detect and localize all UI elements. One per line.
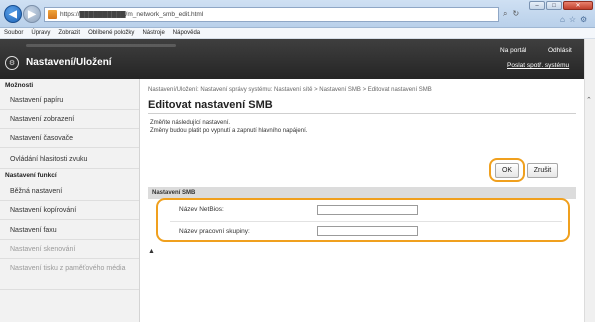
workgroup-label: Název pracovní skupiny:: [179, 228, 250, 235]
sidebar-item-fax[interactable]: Nastavení faxu: [0, 222, 139, 240]
menu-favorites[interactable]: Oblíbené položky: [88, 30, 134, 36]
sidebar: Možnosti Nastavení papíru Nastavení zobr…: [0, 79, 140, 322]
title-divider: [148, 113, 576, 114]
sidebar-item-display[interactable]: Nastavení zobrazení: [0, 111, 139, 129]
forward-arrow-icon[interactable]: ▶: [23, 5, 41, 23]
breadcrumb: Nastavení/Uložení: Nastavení správy syst…: [148, 87, 432, 93]
settings-logo-icon: ⚙: [5, 56, 19, 70]
sidebar-section-functions: Nastavení funkcí: [5, 172, 57, 179]
instruction-text: Změňte následující nastavení.: [150, 120, 231, 126]
address-bar[interactable]: https://██████████/m_network_smb_edit.ht…: [44, 7, 499, 22]
browser-toolbar-icons: ⌂ ☆ ⚙: [560, 15, 587, 24]
menu-view[interactable]: Zobrazit: [58, 30, 80, 36]
search-icon[interactable]: ⌕: [503, 9, 507, 19]
cancel-button[interactable]: Zrušit: [527, 163, 558, 178]
home-icon[interactable]: ⌂: [560, 15, 565, 24]
minimize-icon[interactable]: –: [529, 1, 545, 10]
page-title: Editovat nastavení SMB: [148, 99, 273, 111]
sidebar-item-volume[interactable]: Ovládání hlasitosti zvuku: [0, 151, 139, 169]
sidebar-item-memory-print[interactable]: Nastavení tisku z paměťového média: [0, 260, 139, 290]
netbios-label: Název NetBios:: [179, 206, 224, 213]
scroll-up-chevron-icon[interactable]: ⌃: [586, 96, 592, 104]
close-icon[interactable]: ✕: [563, 1, 593, 10]
favorites-star-icon[interactable]: ☆: [569, 15, 576, 24]
supplies-link[interactable]: Poslat spotř. systému: [507, 62, 569, 69]
page-header-title: Nastavení/Uložení: [26, 57, 112, 68]
device-name-redacted: [26, 44, 176, 47]
menu-edit[interactable]: Úpravy: [31, 30, 50, 36]
menu-tools[interactable]: Nástroje: [142, 30, 164, 36]
address-tools: ⌕ ↻: [503, 9, 519, 19]
page-favicon-icon: [48, 10, 57, 19]
sidebar-item-scan[interactable]: Nastavení skenování: [0, 241, 139, 259]
browser-titlebar: ◀ ▶ https://██████████/m_network_smb_edi…: [0, 0, 595, 28]
maximize-icon[interactable]: □: [546, 1, 562, 10]
sidebar-item-paper[interactable]: Nastavení papíru: [0, 92, 139, 110]
field-divider: [170, 221, 562, 222]
page-scrollbar[interactable]: ⌃: [584, 39, 595, 322]
portal-link[interactable]: Na portál: [500, 47, 526, 54]
workgroup-input[interactable]: [317, 226, 418, 236]
sidebar-item-timer[interactable]: Nastavení časovače: [0, 130, 139, 148]
back-arrow-icon[interactable]: ◀: [4, 5, 22, 23]
menu-help[interactable]: Nápověda: [173, 30, 200, 36]
sidebar-item-common[interactable]: Běžná nastavení: [0, 183, 139, 201]
gear-icon[interactable]: ⚙: [580, 15, 587, 24]
app-header: ⚙ Nastavení/Uložení Na portál Odhlásit P…: [0, 39, 584, 79]
sidebar-section-options: Možnosti: [5, 82, 34, 89]
back-to-top-icon[interactable]: ▲: [148, 248, 155, 255]
netbios-input[interactable]: [317, 205, 418, 215]
menu-file[interactable]: Soubor: [4, 30, 23, 36]
ok-button[interactable]: OK: [495, 163, 519, 178]
restart-notice-text: Změny budou platit po vypnutí a zapnutí …: [150, 128, 308, 134]
browser-menubar: Soubor Úpravy Zobrazit Oblíbené položky …: [0, 28, 595, 39]
logout-link[interactable]: Odhlásit: [548, 47, 572, 54]
sidebar-item-copy[interactable]: Nastavení kopírování: [0, 202, 139, 220]
url-text[interactable]: https://██████████/m_network_smb_edit.ht…: [60, 11, 203, 18]
refresh-icon[interactable]: ↻: [512, 9, 519, 19]
